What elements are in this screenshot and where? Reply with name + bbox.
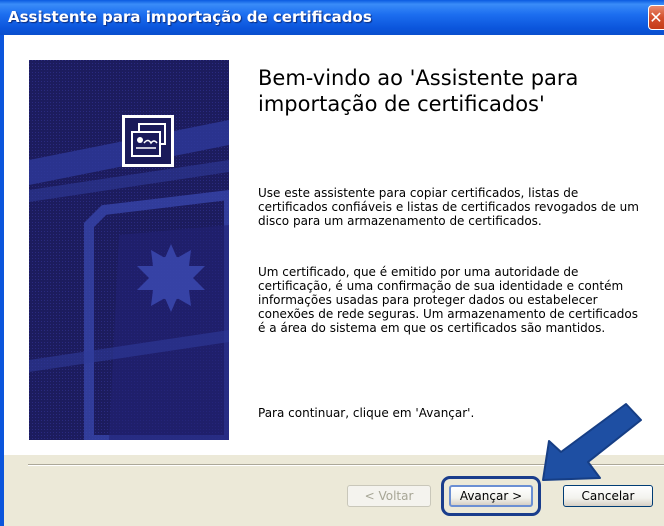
wizard-window: Assistente para importação de certificad… [0, 0, 664, 526]
pointer-arrow-icon [542, 403, 642, 481]
